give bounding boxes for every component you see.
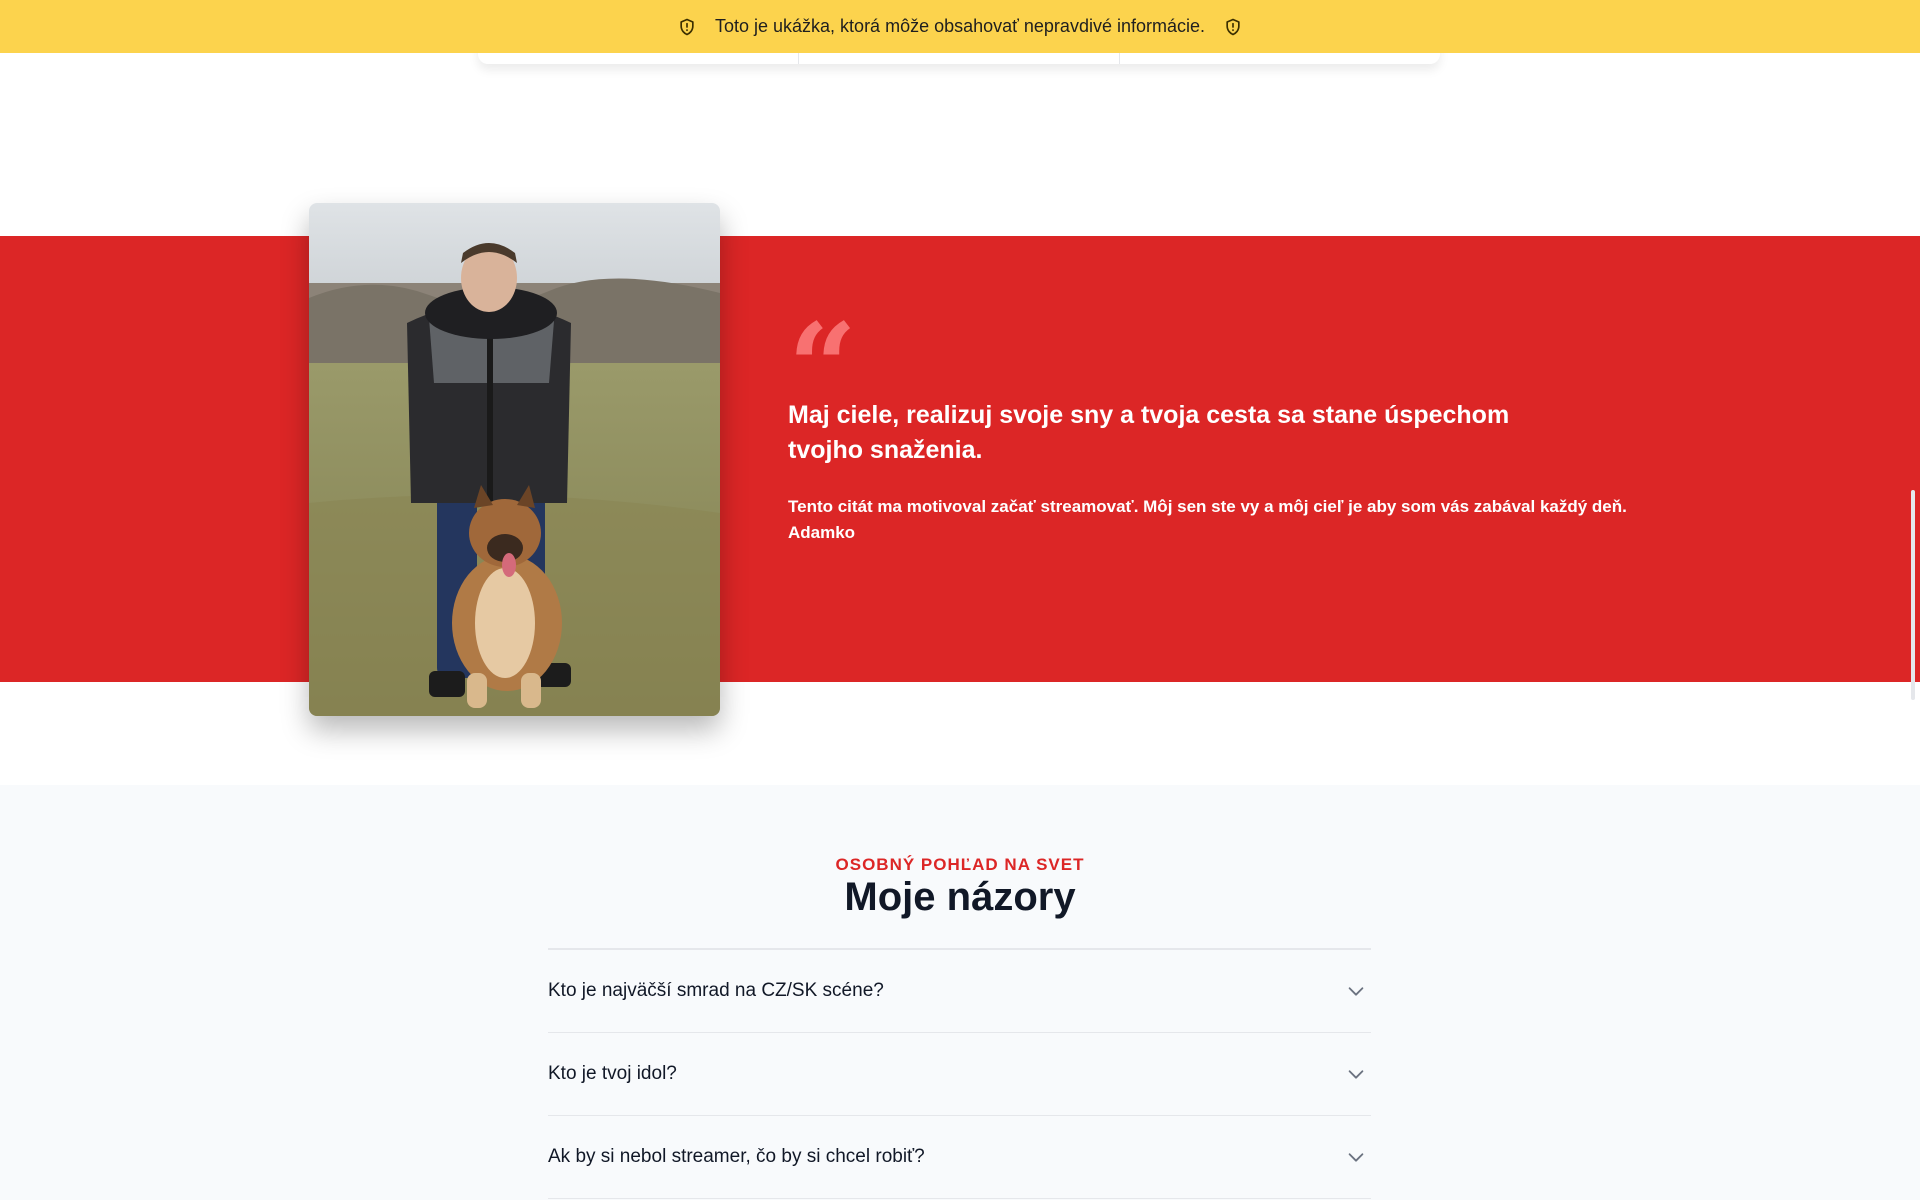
quote-description: Tento citát ma motivoval začať streamova… xyxy=(788,497,1627,516)
quote-description-block: Tento citát ma motivoval začať streamova… xyxy=(788,494,1648,546)
chevron-down-icon[interactable] xyxy=(1345,1146,1367,1168)
demo-warning-banner: Toto je ukážka, ktorá môže obsahovať nep… xyxy=(0,0,1920,53)
faq-item[interactable]: Ak by si nebol streamer, čo by si chcel … xyxy=(548,1116,1371,1199)
faq-list: Kto je najväčší smrad na CZ/SK scéne? Kt… xyxy=(548,948,1371,1199)
faq-item[interactable]: Kto je najväčší smrad na CZ/SK scéne? xyxy=(548,950,1371,1033)
section-title: Moje názory xyxy=(844,875,1076,919)
chevron-down-icon[interactable] xyxy=(1345,1063,1367,1085)
quote-author: Adamko xyxy=(788,523,856,542)
profile-photo xyxy=(309,203,720,716)
faq-question: Kto je tvoj idol? xyxy=(548,1063,677,1084)
motivational-quote: Maj ciele, realizuj svoje sny a tvoja ce… xyxy=(788,401,1510,464)
chevron-down-icon[interactable] xyxy=(1345,980,1367,1002)
banner-text: Toto je ukážka, ktorá môže obsahovať nep… xyxy=(714,16,1205,36)
shield-alert-icon xyxy=(680,18,694,35)
scrollbar-thumb[interactable] xyxy=(1911,490,1915,700)
faq-question: Kto je najväčší smrad na CZ/SK scéne? xyxy=(548,980,884,1001)
section-eyebrow: OSOBNÝ POHĽAD NA SVET xyxy=(835,855,1085,874)
faq-item[interactable]: Kto je tvoj idol? xyxy=(548,1033,1371,1116)
faq-question: Ak by si nebol streamer, čo by si chcel … xyxy=(548,1146,925,1167)
shield-alert-icon xyxy=(1226,18,1240,35)
